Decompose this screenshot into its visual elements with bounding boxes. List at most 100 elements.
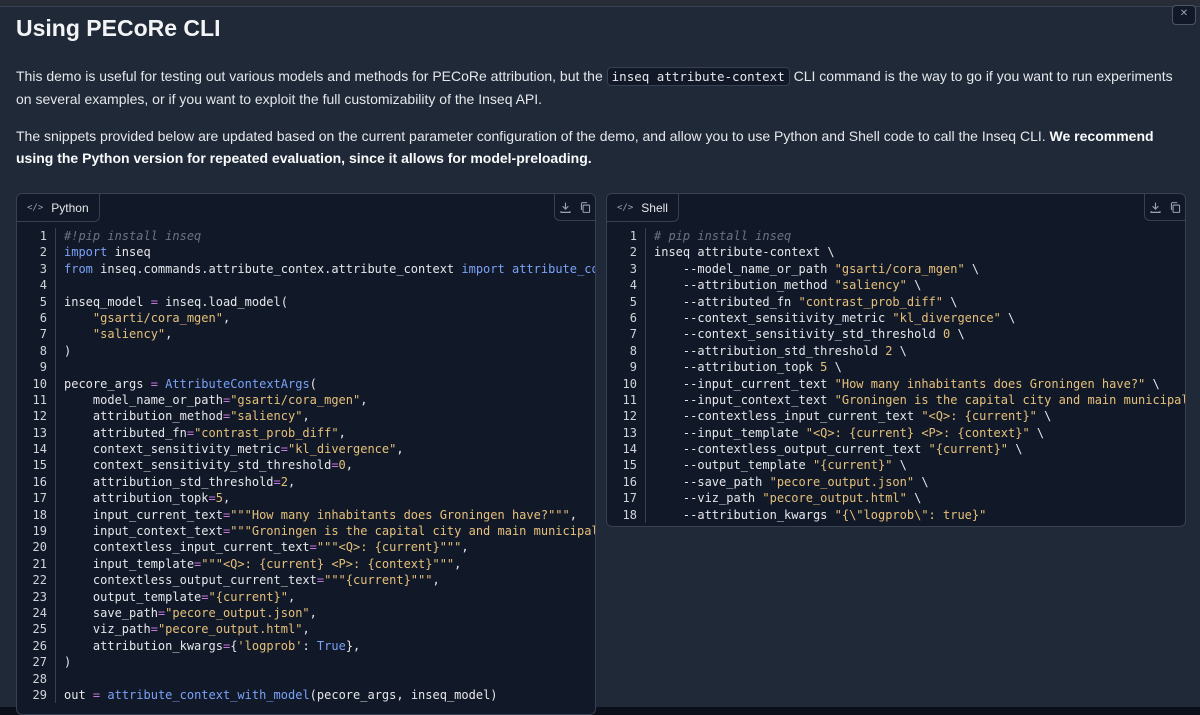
line-number: 13 bbox=[622, 425, 637, 440]
code-text: inseq attribute-context \ bbox=[654, 245, 835, 260]
gutter-divider bbox=[55, 473, 56, 491]
code-text: attribution_topk=5, bbox=[64, 491, 231, 506]
python-code-line: 7 "saliency", bbox=[17, 326, 595, 343]
line-number: 7 bbox=[629, 327, 637, 342]
shell-code-line: 12 --contextless_input_current_text "<Q>… bbox=[607, 408, 1185, 425]
line-number: 25 bbox=[32, 622, 47, 637]
line-number: 13 bbox=[32, 425, 47, 440]
copy-icon[interactable] bbox=[575, 194, 595, 220]
line-number: 16 bbox=[622, 474, 637, 489]
line-number: 29 bbox=[32, 687, 47, 702]
line-number: 22 bbox=[32, 573, 47, 588]
shell-code-line: 15 --output_template "{current}" \ bbox=[607, 457, 1185, 474]
code-text: import inseq bbox=[64, 245, 151, 260]
shell-code-line: 18 --attribution_kwargs "{\"logprob\": t… bbox=[607, 506, 1185, 524]
code-text: # pip install inseq bbox=[654, 229, 792, 243]
code-text: contextless_output_current_text="""{curr… bbox=[64, 573, 440, 588]
gutter-divider bbox=[55, 670, 56, 687]
line-number: 14 bbox=[622, 442, 637, 457]
python-code-block: </> Python 1 #!pip install inseq 2 import i… bbox=[16, 193, 596, 715]
gutter-divider bbox=[645, 375, 646, 392]
gutter-divider bbox=[645, 342, 646, 360]
shell-code-line: 16 --save_path "pecore_output.json" \ bbox=[607, 473, 1185, 491]
gutter-divider bbox=[645, 293, 646, 310]
line-number: 18 bbox=[622, 507, 637, 522]
gutter-divider bbox=[55, 260, 56, 278]
line-number: 1 bbox=[39, 229, 47, 243]
line-number: 5 bbox=[629, 294, 637, 309]
code-text: ) bbox=[64, 655, 72, 670]
code-text: --viz_path "pecore_output.html" \ bbox=[654, 491, 922, 506]
collapse-icon[interactable]: ✕ bbox=[1172, 5, 1196, 25]
line-number: 17 bbox=[32, 491, 47, 506]
shell-code-content[interactable]: 1 # pip install inseq 2 inseq attribute-con… bbox=[607, 228, 1185, 524]
gutter-divider bbox=[645, 473, 646, 491]
code-text: ) bbox=[64, 343, 72, 358]
line-number: 20 bbox=[32, 540, 47, 555]
python-code-line: 9 bbox=[17, 359, 595, 376]
intro-paragraph: This demo is useful for testing out vari… bbox=[16, 65, 1176, 110]
gutter-divider bbox=[55, 342, 56, 360]
code-text: "saliency", bbox=[92, 327, 173, 342]
line-number: 9 bbox=[39, 360, 47, 375]
gutter-divider bbox=[55, 523, 56, 540]
shell-code-line: 6 --context_sensitivity_metric "kl_diver… bbox=[607, 309, 1185, 327]
code-text: output_template="{current}", bbox=[64, 589, 296, 604]
shell-code-line: 8 --attribution_std_threshold 2 \ bbox=[607, 342, 1185, 360]
shell-code-line: 11 --input_context_text "Groningen is th… bbox=[607, 391, 1185, 409]
gutter-divider bbox=[645, 244, 646, 261]
gutter-divider bbox=[55, 408, 56, 425]
download-icon[interactable] bbox=[555, 194, 575, 220]
gutter-divider bbox=[55, 293, 56, 310]
code-text: --context_sensitivity_std_threshold 0 \ bbox=[654, 327, 965, 342]
line-number: 1 bbox=[629, 229, 637, 243]
code-text: --attribution_topk 5 \ bbox=[654, 360, 842, 375]
copy-icon[interactable] bbox=[1165, 194, 1185, 220]
inline-cli-command: inseq attribute-context bbox=[606, 67, 790, 86]
shell-code-line: 14 --contextless_output_current_text "{c… bbox=[607, 441, 1185, 458]
python-code-line: 15 context_sensitivity_std_threshold=0, bbox=[17, 457, 595, 474]
download-icon[interactable] bbox=[1145, 194, 1165, 220]
code-text: context_sensitivity_std_threshold=0, bbox=[64, 458, 354, 473]
code-text: --attribution_kwargs "{\"logprob\": true… bbox=[654, 507, 987, 522]
python-code-line: 17 attribution_topk=5, bbox=[17, 490, 595, 507]
gutter-divider bbox=[55, 539, 56, 556]
line-number: 9 bbox=[629, 360, 637, 375]
code-text: "gsarti/cora_mgen", bbox=[92, 310, 231, 325]
line-number: 8 bbox=[629, 343, 637, 358]
line-number: 3 bbox=[629, 261, 637, 276]
gutter-divider bbox=[55, 506, 56, 524]
python-language-tab: </> Python bbox=[17, 194, 100, 222]
line-number: 15 bbox=[32, 458, 47, 473]
shell-code-line: 5 --attributed_fn "contrast_prob_diff" \ bbox=[607, 293, 1185, 310]
shell-code-line: 7 --context_sensitivity_std_threshold 0 … bbox=[607, 326, 1185, 343]
code-text: model_name_or_path="gsarti/cora_mgen", bbox=[64, 392, 368, 407]
gutter-divider bbox=[55, 637, 56, 655]
python-code-content[interactable]: 1 #!pip install inseq 2 import inseq 3 from i… bbox=[17, 228, 595, 704]
python-code-line: 21 input_template="""<Q>: {current} <P>:… bbox=[17, 555, 595, 573]
line-number: 10 bbox=[32, 376, 47, 391]
shell-code-actions bbox=[1144, 194, 1185, 221]
gutter-divider bbox=[55, 490, 56, 507]
code-text: viz_path="pecore_output.html", bbox=[64, 622, 310, 637]
line-number: 23 bbox=[32, 589, 47, 604]
code-text: inseq_model = inseq.load_model( bbox=[64, 294, 288, 309]
code-text: #!pip install inseq bbox=[64, 229, 202, 243]
shell-code-header: </> Shell bbox=[607, 194, 1185, 222]
line-number: 3 bbox=[39, 261, 47, 276]
python-code-line: 3 from inseq.commands.attribute_contex.at… bbox=[17, 260, 595, 278]
gutter-divider bbox=[645, 359, 646, 376]
line-number: 11 bbox=[622, 392, 637, 407]
line-number: 26 bbox=[32, 638, 47, 653]
gutter-divider bbox=[55, 457, 56, 474]
intro-text-before: This demo is useful for testing out vari… bbox=[16, 68, 607, 84]
gutter-divider bbox=[55, 555, 56, 573]
gutter-divider bbox=[645, 441, 646, 458]
line-number: 21 bbox=[32, 556, 47, 571]
gutter-divider bbox=[55, 654, 56, 671]
gutter-divider bbox=[55, 359, 56, 376]
gutter-divider bbox=[55, 424, 56, 442]
code-text: --input_template "<Q>: {current} <P>: {c… bbox=[654, 425, 1045, 440]
python-code-line: 14 context_sensitivity_metric="kl_diverg… bbox=[17, 441, 595, 458]
